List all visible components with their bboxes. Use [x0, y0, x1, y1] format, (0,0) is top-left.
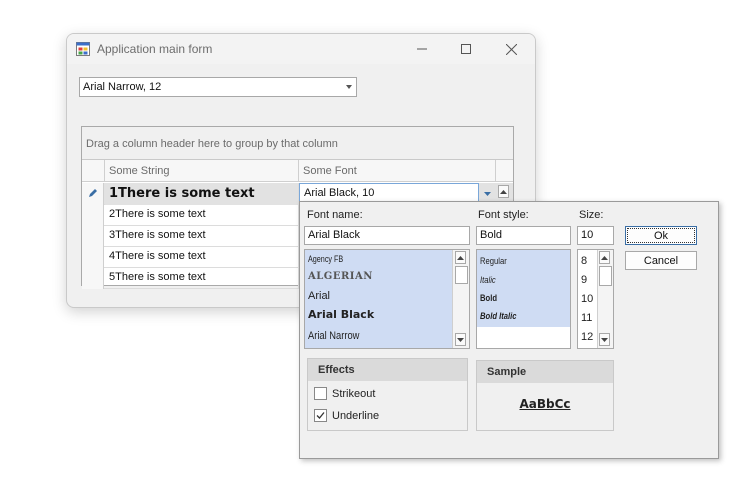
row-indicator — [82, 268, 104, 289]
effects-group: Effects Strikeout Underline — [307, 358, 468, 431]
list-item[interactable]: Arial Black — [308, 308, 374, 321]
list-item[interactable]: 10 — [581, 293, 593, 305]
minimize-icon — [417, 48, 427, 50]
scroll-up-button[interactable] — [599, 251, 610, 264]
cell-some-string[interactable]: 3There is some text — [105, 226, 299, 247]
font-name-label: Font name: — [307, 209, 363, 221]
font-combo-box[interactable]: Arial Narrow, 12 — [79, 77, 357, 97]
font-style-input[interactable]: Bold — [476, 226, 571, 245]
font-list-scrollbar[interactable] — [452, 250, 469, 348]
font-name-list: Agency FB ALGERIAN Arial Arial Black Ari… — [304, 249, 470, 349]
column-header-row: Some String Some Font — [82, 160, 513, 182]
chevron-down-icon — [483, 192, 491, 196]
size-list-scrollbar[interactable] — [597, 250, 613, 348]
list-item[interactable]: 8 — [581, 255, 587, 267]
close-icon — [505, 43, 517, 55]
size-input[interactable]: 10 — [577, 226, 614, 245]
cell-some-string[interactable]: 4There is some text — [105, 247, 299, 268]
row-indicator-header — [82, 160, 105, 182]
close-button[interactable] — [489, 34, 533, 64]
list-item[interactable]: Regular — [480, 256, 507, 266]
list-item[interactable]: Arial Narrow — [308, 330, 359, 342]
group-panel[interactable]: Drag a column header here to group by th… — [82, 127, 513, 160]
checkmark-icon — [316, 412, 325, 419]
scroll-down-button[interactable] — [455, 333, 466, 346]
list-item[interactable]: Bold Italic — [480, 311, 517, 321]
ok-button[interactable]: Ok — [625, 226, 697, 245]
row-indicator — [82, 183, 104, 205]
font-name-input[interactable]: Arial Black — [304, 226, 470, 245]
list-item[interactable]: 12 — [581, 331, 593, 343]
underline-checkbox[interactable] — [314, 409, 327, 422]
scroll-up-icon — [500, 189, 507, 194]
sample-group-header: Sample — [477, 361, 613, 383]
window-title: Application main form — [97, 42, 213, 56]
row-indicator — [82, 205, 104, 226]
list-item[interactable]: ALGERIAN — [308, 271, 373, 282]
list-item[interactable]: Bold — [480, 293, 497, 303]
size-list: 8 9 10 11 12 — [577, 249, 614, 349]
font-combo-value: Arial Narrow, 12 — [83, 81, 162, 93]
column-header-some-font[interactable]: Some Font — [299, 160, 496, 182]
column-header-some-string[interactable]: Some String — [105, 160, 299, 182]
chevron-down-icon — [346, 85, 352, 89]
cancel-button[interactable]: Cancel — [625, 251, 697, 270]
list-item[interactable]: Agency FB — [308, 254, 343, 264]
size-label: Size: — [579, 209, 604, 221]
sample-group: Sample AaBbCc — [476, 360, 614, 431]
effects-group-header: Effects — [308, 359, 467, 381]
grid-scroll-up-button[interactable] — [498, 185, 509, 198]
font-picker-popup: Font name: Font style: Size: Arial Black… — [299, 201, 719, 459]
scroll-thumb[interactable] — [455, 266, 468, 284]
underline-label[interactable]: Underline — [332, 410, 379, 422]
list-item[interactable]: 9 — [581, 274, 587, 286]
maximize-icon — [461, 44, 471, 54]
strikeout-label[interactable]: Strikeout — [332, 388, 375, 400]
group-panel-hint: Drag a column header here to group by th… — [86, 138, 338, 150]
title-bar[interactable]: Application main form — [67, 34, 535, 64]
cell-some-string[interactable]: 1There is some text — [105, 183, 299, 205]
scroll-down-button[interactable] — [599, 333, 610, 346]
scroll-thumb[interactable] — [599, 266, 612, 286]
font-style-label: Font style: — [478, 209, 529, 221]
row-indicator — [82, 247, 104, 268]
scroll-up-icon — [457, 255, 464, 260]
row-indicator — [82, 226, 104, 247]
strikeout-checkbox[interactable] — [314, 387, 327, 400]
font-style-list: Regular Italic Bold Bold Italic — [476, 249, 571, 349]
minimize-button[interactable] — [400, 34, 444, 64]
list-item[interactable]: Arial — [308, 290, 330, 302]
pencil-edit-icon — [89, 189, 97, 197]
scroll-down-icon — [601, 337, 608, 342]
scroll-down-icon — [457, 337, 464, 342]
list-item[interactable]: 11 — [581, 312, 592, 324]
scroll-up-button[interactable] — [455, 251, 466, 264]
cell-some-string[interactable]: 2There is some text — [105, 205, 299, 226]
maximize-button[interactable] — [444, 34, 488, 64]
list-item[interactable]: Italic — [480, 275, 496, 285]
sample-preview-text: AaBbCc — [519, 397, 571, 411]
cell-some-string[interactable]: 5There is some text — [105, 268, 299, 289]
app-form-icon — [76, 42, 90, 56]
scroll-up-icon — [601, 255, 608, 260]
